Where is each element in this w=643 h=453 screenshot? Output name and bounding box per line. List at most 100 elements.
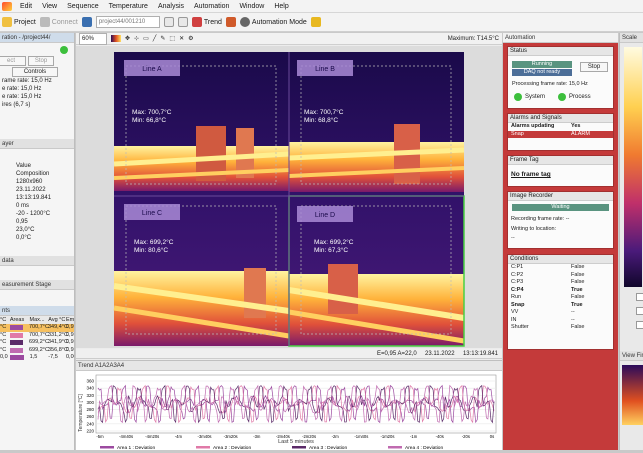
writing-location-value: --	[511, 235, 515, 241]
scale-control[interactable]	[636, 293, 643, 301]
alarm-icon[interactable]	[225, 17, 236, 27]
settings-icon[interactable]: ⚙	[188, 35, 193, 42]
scale-control[interactable]	[636, 307, 643, 315]
areas-table-row[interactable]: °C 700,7°C331,2°C0,95	[0, 332, 74, 340]
pencil-icon[interactable]: ✎	[160, 35, 165, 42]
delete-icon[interactable]: ✕	[179, 35, 184, 42]
menu-help[interactable]: Help	[269, 3, 293, 10]
condition-value: False	[571, 294, 585, 300]
areas-table-row[interactable]: °C 699,2°C341,9°C0,95	[0, 339, 74, 347]
legend-swatch	[388, 446, 402, 449]
prop-value: 13:13:19.841	[16, 195, 52, 201]
areas-cell	[9, 332, 23, 338]
legend-label: Area 1 : Deviation	[117, 445, 155, 451]
trend-x-tick: -40s	[436, 434, 444, 439]
condition-value: False	[571, 279, 585, 285]
menu-window[interactable]: Window	[234, 3, 269, 10]
alarm-value: ALARM	[571, 130, 590, 137]
zoom-select[interactable]: 60%	[79, 32, 107, 45]
conditions-header: Conditions	[508, 255, 613, 264]
connect-small-button[interactable]: ect	[0, 56, 26, 66]
controls-button[interactable]: Controls	[12, 67, 58, 77]
project-label: Project	[14, 18, 36, 26]
automation-mode-button[interactable]: Automation Mode	[239, 17, 307, 27]
trend-y-tick: 220	[86, 429, 94, 434]
trend-button[interactable]: Trend	[191, 17, 222, 27]
waiting-badge: Waiting	[512, 204, 609, 211]
menu-automation[interactable]: Automation	[189, 3, 234, 10]
condition-name: C:P2	[511, 271, 524, 278]
areas-table-row[interactable]: 0,0 1,5 -7,5 0,00	[0, 354, 74, 362]
trend-x-tick: -3m40s	[198, 434, 212, 439]
areas-cell: °C	[0, 331, 7, 338]
project-button[interactable]: Project	[2, 17, 36, 27]
scale-panel: Scale View Fin	[619, 33, 643, 450]
processing-frame-rate: Processing frame rate: 15,0 Hz	[512, 81, 588, 87]
areas-cell: 0,00	[66, 354, 74, 360]
view-finder-header: View Fin	[620, 351, 643, 361]
condition-value: False	[571, 264, 585, 270]
areas-cell: 699,2°C	[29, 339, 49, 345]
pointer-icon[interactable]: ✥	[125, 35, 130, 42]
areas-table-row[interactable]: °C 700,7°C349,4°C0,95	[0, 324, 74, 332]
prop-value: Composition	[16, 171, 50, 177]
condition-row: C:P1 False	[508, 264, 613, 272]
trend-title: Trend A1A2A3A4	[76, 361, 502, 371]
data-panel-header: data	[0, 256, 74, 266]
select-icon[interactable]: ⬚	[169, 35, 175, 42]
automation-header: Automation	[503, 33, 618, 43]
condition-name: Snap	[511, 301, 525, 308]
trend-x-tick: -5m	[96, 434, 104, 439]
menu-bar: Edit View Sequence Temperature Analysis …	[0, 0, 643, 13]
areas-cell: 0,0	[0, 354, 8, 360]
menu-view[interactable]: View	[37, 3, 62, 10]
scale-control[interactable]	[636, 321, 643, 329]
project-combo[interactable]: project44/001210	[95, 16, 160, 28]
condition-row: C:P4 True	[508, 287, 613, 295]
save-icon[interactable]	[81, 17, 92, 27]
view-finder-thumbnail[interactable]	[622, 365, 643, 425]
trend-y-label: Temperature [°C]	[78, 393, 84, 431]
alarms-group: Alarms and Signals Alarms updating Yes Sn…	[507, 113, 614, 151]
folder-icon	[2, 17, 12, 27]
rect-tool-icon[interactable]: ▭	[143, 35, 149, 42]
areas-cell: °C	[0, 324, 7, 330]
palette-icon[interactable]	[111, 35, 121, 42]
trend-y-tick: 280	[86, 407, 94, 412]
menu-sequence[interactable]: Sequence	[62, 3, 104, 10]
crosshair-icon[interactable]: ⊹	[134, 35, 139, 42]
connect-button[interactable]: Connect	[39, 17, 78, 27]
color-scale-bar[interactable]	[624, 47, 642, 287]
automation-mode-label: Automation Mode	[251, 18, 307, 26]
line-d-max: Max: 699,2°C	[314, 238, 354, 246]
frame-rate-line-2: e rate: 15,0 Hz	[2, 86, 42, 92]
col-header: Max...	[29, 317, 45, 323]
areas-cell: °C	[0, 339, 7, 345]
condition-value: --	[571, 316, 575, 323]
camera-icon[interactable]	[177, 17, 188, 27]
trend-plot-area	[95, 374, 497, 434]
areas-cell: 0,95	[66, 331, 74, 338]
legend-swatch	[292, 446, 306, 449]
trend-icon	[191, 17, 202, 27]
writing-location: Writing to location:	[511, 226, 557, 232]
line-b-min: Min: 68,8°C	[304, 116, 338, 124]
record-icon[interactable]	[163, 17, 174, 27]
areas-cell: 699,2°C	[29, 346, 49, 353]
menu-edit[interactable]: Edit	[15, 3, 37, 10]
menu-analysis[interactable]: Analysis	[153, 3, 189, 10]
lock-icon[interactable]	[310, 17, 321, 27]
condition-row: VV --	[508, 309, 613, 317]
legend-label: Area 2 : Deviation	[213, 445, 251, 451]
trend-y-tick: 240	[86, 421, 94, 426]
areas-cell: 0,95	[66, 346, 74, 353]
menu-temperature[interactable]: Temperature	[104, 3, 153, 10]
stop-small-button[interactable]: Stop	[28, 56, 54, 66]
line-tool-icon[interactable]: ╱	[153, 35, 157, 42]
stop-automation-button[interactable]: Stop	[580, 62, 608, 72]
areas-table-row[interactable]: °C 699,2°C356,8°C0,95	[0, 347, 74, 355]
areas-cell	[9, 347, 23, 353]
condition-name: C:P1	[511, 264, 524, 270]
condition-name: Run	[511, 294, 522, 300]
legend-label: Area 4 : Deviation	[405, 445, 443, 451]
